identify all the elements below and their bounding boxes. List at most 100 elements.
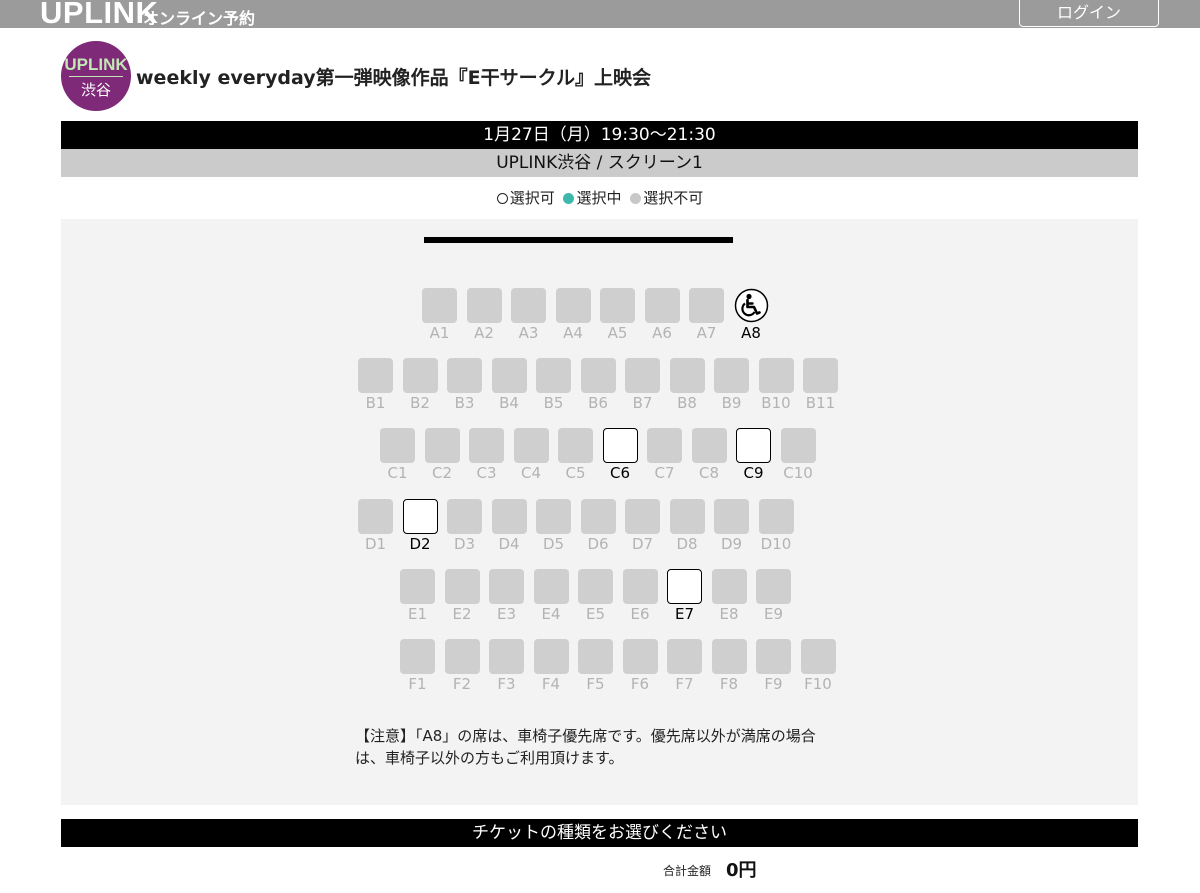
seat-e2[interactable]: E2 [444,569,480,623]
seat-c4[interactable]: C4 [513,428,549,482]
seat-box[interactable] [780,428,816,463]
seat-box[interactable] [380,428,415,463]
seat-d10[interactable]: D10 [758,499,794,553]
seat-box[interactable] [667,569,702,604]
seat-box[interactable] [400,639,435,674]
seat-f2[interactable]: F2 [444,639,480,693]
seat-box[interactable] [711,569,747,604]
seat-f10[interactable]: F10 [800,639,836,693]
seat-e8[interactable]: E8 [711,569,747,623]
seat-b7[interactable]: B7 [625,358,660,412]
seat-b1[interactable]: B1 [358,358,393,412]
seat-box[interactable] [422,288,457,323]
seat-b6[interactable]: B6 [580,358,616,412]
seat-box[interactable] [491,358,527,393]
seat-d9[interactable]: D9 [714,499,749,553]
seat-box[interactable] [756,569,791,604]
seat-box[interactable] [536,499,571,534]
seat-b10[interactable]: B10 [758,358,794,412]
seat-d6[interactable]: D6 [580,499,616,553]
seat-b4[interactable]: B4 [491,358,527,412]
seat-d4[interactable]: D4 [491,499,527,553]
seat-box[interactable] [558,428,593,463]
seat-box[interactable] [622,569,658,604]
seat-b8[interactable]: B8 [669,358,705,412]
seat-box[interactable] [625,358,660,393]
seat-box[interactable] [669,358,705,393]
login-button[interactable]: ログイン [1019,0,1159,27]
seat-a7[interactable]: A7 [689,288,724,342]
seat-b5[interactable]: B5 [536,358,571,412]
seat-box[interactable] [758,499,794,534]
seat-box[interactable] [555,288,591,323]
seat-b11[interactable]: B11 [803,358,838,412]
seat-box[interactable] [358,358,393,393]
seat-d5[interactable]: D5 [536,499,571,553]
seat-b3[interactable]: B3 [447,358,482,412]
seat-a4[interactable]: A4 [555,288,591,342]
seat-f4[interactable]: F4 [533,639,569,693]
seat-box[interactable] [669,499,705,534]
brand-logo-text[interactable]: UPLINK [40,0,158,31]
seat-b9[interactable]: B9 [714,358,749,412]
seat-e9[interactable]: E9 [756,569,791,623]
seat-e6[interactable]: E6 [622,569,658,623]
seat-box[interactable] [444,639,480,674]
seat-c6[interactable]: C6 [602,428,638,482]
seat-e4[interactable]: E4 [533,569,569,623]
seat-f9[interactable]: F9 [756,639,791,693]
seat-box[interactable] [578,569,613,604]
seat-box[interactable] [447,358,482,393]
seat-f5[interactable]: F5 [578,639,613,693]
seat-box[interactable] [803,358,838,393]
seat-box[interactable] [602,428,638,463]
seat-c2[interactable]: C2 [424,428,460,482]
seat-box[interactable] [714,499,749,534]
seat-a6[interactable]: A6 [644,288,680,342]
seat-box[interactable] [489,569,524,604]
seat-e5[interactable]: E5 [578,569,613,623]
seat-e1[interactable]: E1 [400,569,435,623]
seat-c8[interactable]: C8 [691,428,727,482]
seat-box[interactable] [667,639,702,674]
seat-box[interactable] [758,358,794,393]
seat-box[interactable] [358,499,393,534]
seat-box[interactable] [466,288,502,323]
seat-box[interactable] [402,358,438,393]
seat-box[interactable] [711,639,747,674]
seat-box[interactable] [714,358,749,393]
seat-a5[interactable]: A5 [600,288,635,342]
seat-box[interactable] [511,288,546,323]
seat-box[interactable] [578,639,613,674]
seat-c3[interactable]: C3 [469,428,504,482]
seat-box[interactable] [400,569,435,604]
seat-d3[interactable]: D3 [447,499,482,553]
seat-d1[interactable]: D1 [358,499,393,553]
seat-f8[interactable]: F8 [711,639,747,693]
seat-d2[interactable]: D2 [402,499,438,553]
seat-box[interactable] [469,428,504,463]
seat-a1[interactable]: A1 [422,288,457,342]
seat-box[interactable] [533,569,569,604]
seat-box[interactable] [644,288,680,323]
wheelchair-icon[interactable] [734,288,769,323]
seat-c1[interactable]: C1 [380,428,415,482]
seat-d7[interactable]: D7 [625,499,660,553]
seat-box[interactable] [580,499,616,534]
seat-f6[interactable]: F6 [622,639,658,693]
seat-box[interactable] [691,428,727,463]
seat-box[interactable] [600,288,635,323]
seat-a8[interactable]: A8 [734,288,769,342]
seat-box[interactable] [489,639,524,674]
seat-a2[interactable]: A2 [466,288,502,342]
seat-d8[interactable]: D8 [669,499,705,553]
seat-f7[interactable]: F7 [667,639,702,693]
seat-box[interactable] [491,499,527,534]
seat-f3[interactable]: F3 [489,639,524,693]
seat-c5[interactable]: C5 [558,428,593,482]
seat-c10[interactable]: C10 [780,428,816,482]
seat-box[interactable] [402,499,438,534]
seat-box[interactable] [580,358,616,393]
seat-e7[interactable]: E7 [667,569,702,623]
seat-a3[interactable]: A3 [511,288,546,342]
